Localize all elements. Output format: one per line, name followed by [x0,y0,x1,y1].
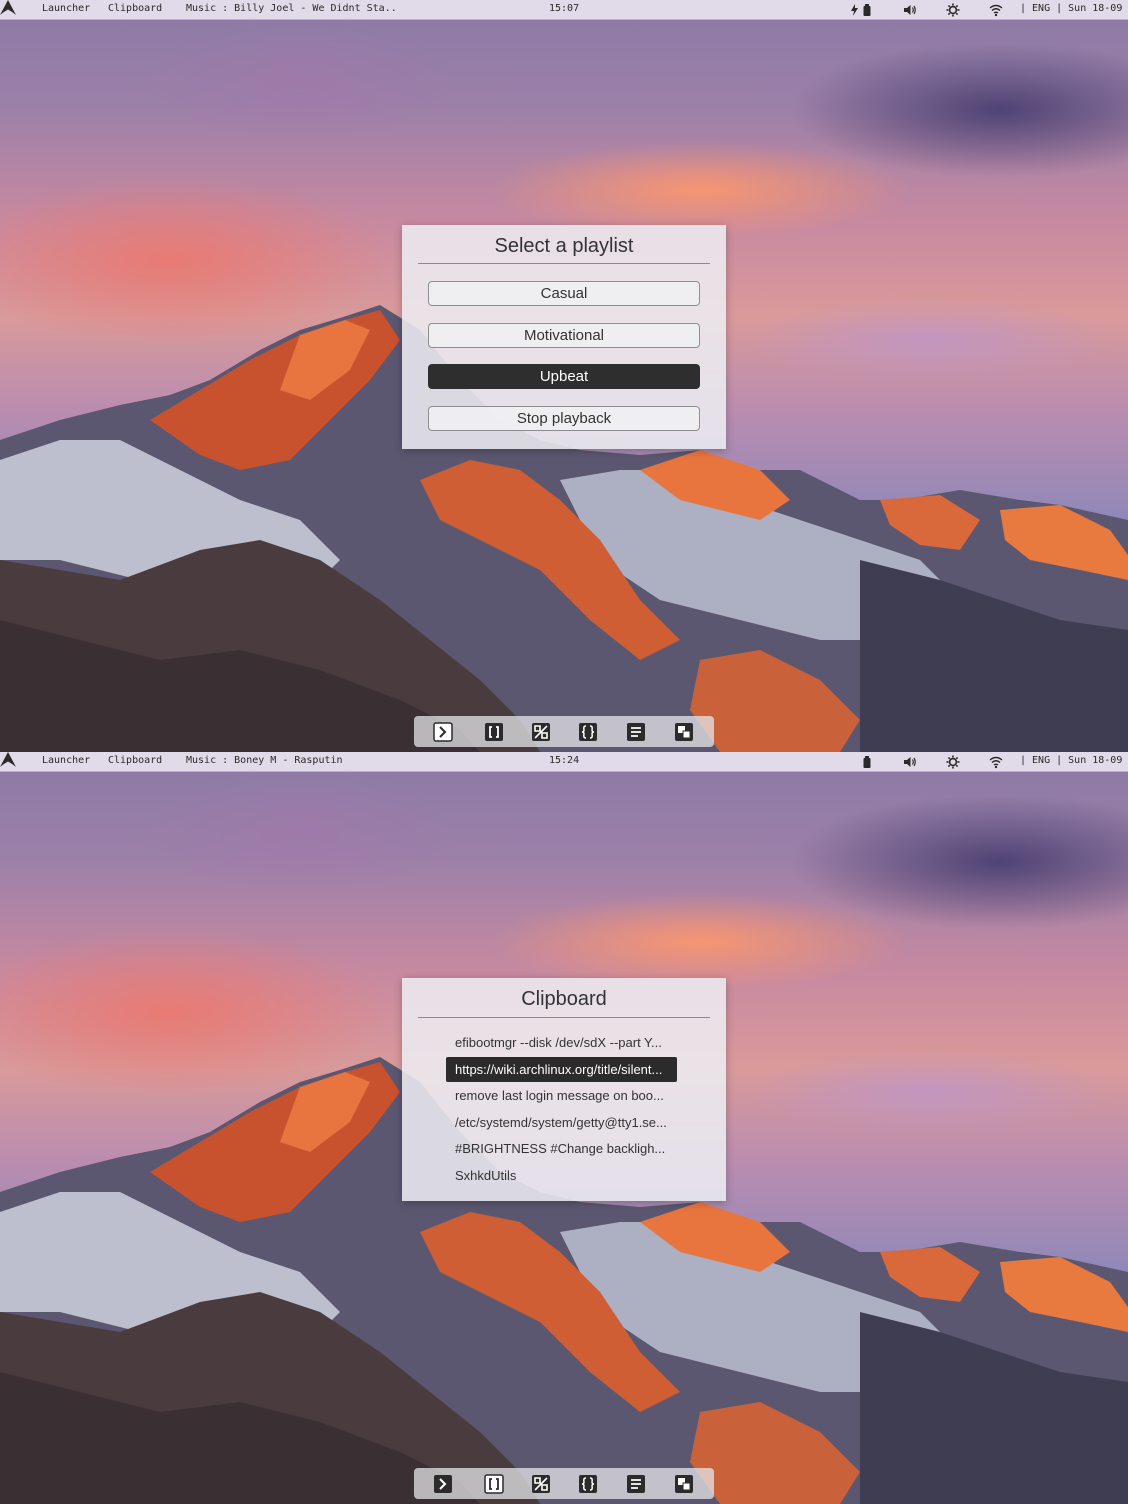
arch-logo-icon[interactable] [0,752,16,767]
keyboard-layout-date[interactable]: | ENG | Sun 18-09 [1020,3,1122,14]
clipboard-entry[interactable]: /etc/systemd/system/getty@tty1.se... [446,1110,677,1135]
notes-icon [627,723,645,741]
dock-terminal[interactable] [433,1474,453,1494]
windows-icon [675,723,693,741]
divider [418,263,710,264]
dock-windows[interactable] [674,722,694,742]
desktop-screen-2: Launcher Clipboard Music : Boney M - Ras… [0,752,1128,1504]
divider [418,1017,710,1018]
wifi-icon[interactable] [989,755,1003,769]
clipboard-entry[interactable]: efibootmgr --disk /dev/sdX --part Y... [446,1030,677,1055]
dock-braces[interactable] [578,722,598,742]
battery-icon[interactable] [860,755,874,769]
dock-brackets[interactable] [484,722,504,742]
top-status-bar: Launcher Clipboard Music : Billy Joel - … [0,0,1128,20]
braces-icon [579,723,597,741]
wifi-icon[interactable] [989,3,1003,17]
clipboard-dialog: Clipboard efibootmgr --disk /dev/sdX --p… [402,978,726,1201]
music-now-playing[interactable]: Music : Billy Joel - We Didnt Sta.. [186,3,397,14]
dock-brackets[interactable] [484,1474,504,1494]
layout-icon [532,723,550,741]
launcher-menu[interactable]: Launcher [42,755,90,766]
clipboard-menu[interactable]: Clipboard [108,755,162,766]
brightness-icon[interactable] [946,3,960,17]
terminal-icon [434,1475,452,1493]
clipboard-entry[interactable]: #BRIGHTNESS #Change backligh... [446,1136,677,1161]
dock-layout[interactable] [531,722,551,742]
playlist-upbeat-button[interactable]: Upbeat [428,364,700,389]
brightness-icon[interactable] [946,755,960,769]
brackets-icon [485,723,503,741]
clipboard-menu[interactable]: Clipboard [108,3,162,14]
dock-layout[interactable] [531,1474,551,1494]
dock [414,716,714,747]
top-status-bar: Launcher Clipboard Music : Boney M - Ras… [0,752,1128,772]
dock-notes[interactable] [626,722,646,742]
dock-notes[interactable] [626,1474,646,1494]
dialog-title: Clipboard [521,988,607,1010]
music-now-playing[interactable]: Music : Boney M - Rasputin [186,755,343,766]
brackets-icon [484,1474,504,1494]
dock-braces[interactable] [578,1474,598,1494]
playlist-casual-button[interactable]: Casual [428,281,700,306]
playlist-dialog: Select a playlist Casual Motivational Up… [402,225,726,449]
clock: 15:07 [549,3,580,14]
keyboard-layout-date[interactable]: | ENG | Sun 18-09 [1020,755,1122,766]
terminal-icon [433,722,453,742]
dock-windows[interactable] [674,1474,694,1494]
volume-icon[interactable] [903,755,917,769]
clock: 15:24 [549,755,580,766]
dock-terminal[interactable] [433,722,453,742]
clipboard-entry[interactable]: https://wiki.archlinux.org/title/silent.… [446,1057,677,1082]
dock [414,1468,714,1499]
stop-playback-button[interactable]: Stop playback [428,406,700,431]
arch-logo-icon[interactable] [0,0,16,15]
clipboard-entry[interactable]: remove last login message on boo... [446,1083,677,1108]
windows-icon [675,1475,693,1493]
layout-icon [532,1475,550,1493]
clipboard-entry[interactable]: SxhkdUtils [446,1163,677,1188]
playlist-motivational-button[interactable]: Motivational [428,323,700,348]
launcher-menu[interactable]: Launcher [42,3,90,14]
battery-icon[interactable] [860,3,874,17]
notes-icon [627,1475,645,1493]
dialog-title: Select a playlist [494,235,634,257]
volume-icon[interactable] [903,3,917,17]
desktop-screen-1: Launcher Clipboard Music : Billy Joel - … [0,0,1128,752]
braces-icon [579,1475,597,1493]
